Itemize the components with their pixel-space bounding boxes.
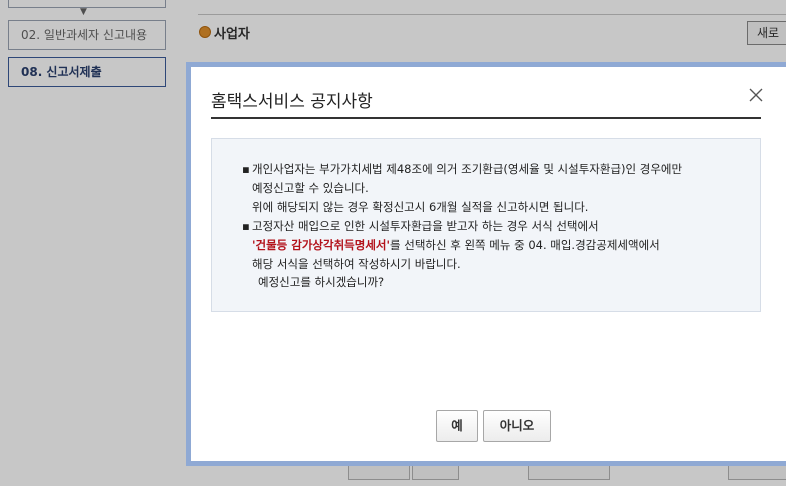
dialog-title: 홈택스서비스 공지사항	[211, 92, 373, 112]
notice-text: '건물등 감가상각취득명세서'를 선택하신 후 왼쪽 메뉴 중 04. 매입.경…	[252, 236, 757, 255]
notice-text: 예정신고할 수 있습니다.	[252, 181, 369, 195]
title-divider	[211, 117, 761, 119]
notice-text: 위에 해당되지 않는 경우 확정신고시 6개월 실적을 신고하시면 됩니다.	[252, 200, 589, 214]
notice-list: ▪ 개인사업자는 부가가치세법 제48조에 의거 조기환급(영세율 및 시설투자…	[242, 160, 757, 274]
confirm-question: 예정신고를 하시겠습니까?	[258, 275, 385, 289]
notice-dialog: 홈택스서비스 공지사항 ▪ 개인사업자는 부가가치세법 제48조에 의거 조기환…	[186, 62, 786, 466]
notice-item: ▪ 개인사업자는 부가가치세법 제48조에 의거 조기환급(영세율 및 시설투자…	[242, 160, 757, 217]
notice-box: ▪ 개인사업자는 부가가치세법 제48조에 의거 조기환급(영세율 및 시설투자…	[211, 138, 761, 312]
notice-item: ▪ 고정자산 매입으로 인한 시설투자환급을 받고자 하는 경우 서식 선택에서…	[242, 217, 757, 274]
bullet-icon: ▪	[242, 219, 250, 233]
notice-text: 를 선택하신 후 왼쪽 메뉴 중 04. 매입.경감공제세액에서	[390, 238, 660, 252]
bullet-icon: ▪	[242, 162, 250, 176]
form-name-highlight: '건물등 감가상각취득명세서'	[252, 238, 391, 252]
yes-button[interactable]: 예	[436, 410, 478, 442]
no-button[interactable]: 아니오	[483, 410, 551, 442]
notice-text: 개인사업자는 부가가치세법 제48조에 의거 조기환급(영세율 및 시설투자환급…	[252, 162, 683, 176]
close-icon[interactable]	[748, 87, 764, 103]
notice-text: 고정자산 매입으로 인한 시설투자환급을 받고자 하는 경우 서식 선택에서	[252, 219, 599, 233]
notice-text: 해당 서식을 선택하여 작성하시기 바랍니다.	[252, 257, 461, 271]
